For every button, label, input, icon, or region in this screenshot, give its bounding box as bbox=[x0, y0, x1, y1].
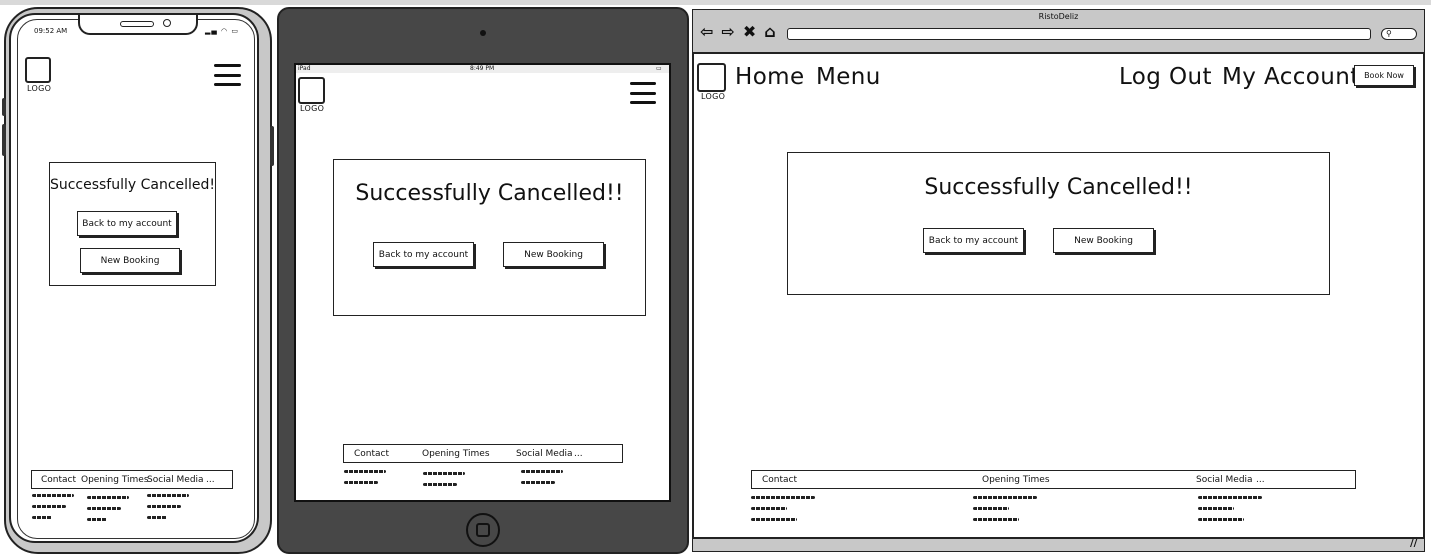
phone-power-button bbox=[270, 126, 274, 166]
browser-footer-contact[interactable]: Contact bbox=[762, 475, 797, 485]
browser-back-to-account-button[interactable]: Back to my account bbox=[923, 228, 1024, 253]
browser-footer-bar: Contact Opening Times Social Media ... bbox=[751, 470, 1356, 489]
tablet-logo-label: LOGO bbox=[300, 104, 325, 113]
browser-search-box[interactable]: ⚲ bbox=[1381, 28, 1417, 40]
tablet-status-bar: iPad 8:49 PM ▭ bbox=[296, 65, 669, 73]
phone-footer-text-block bbox=[87, 496, 129, 521]
top-strip bbox=[0, 0, 1431, 5]
tablet-logo[interactable] bbox=[298, 77, 325, 104]
phone-new-booking-button[interactable]: New Booking bbox=[80, 248, 180, 273]
browser-logo[interactable] bbox=[697, 63, 726, 92]
browser-new-booking-button[interactable]: New Booking bbox=[1053, 228, 1154, 253]
phone-signal-icon: ▂▄ ◠ ▭ bbox=[205, 27, 239, 35]
forward-arrow-icon[interactable]: ⇨ bbox=[721, 22, 738, 41]
browser-logo-label: LOGO bbox=[701, 92, 726, 101]
browser-footer-text-block bbox=[1198, 496, 1262, 521]
tablet-status-device: iPad bbox=[298, 65, 311, 72]
browser-footer-social-media[interactable]: Social Media bbox=[1196, 475, 1253, 485]
tablet-new-booking-button[interactable]: New Booking bbox=[503, 242, 604, 267]
phone-camera bbox=[163, 19, 171, 27]
phone-cancel-heading: Successfully Cancelled! bbox=[49, 177, 216, 193]
phone-footer-bar: Contact Opening Times Social Media ... bbox=[31, 470, 233, 489]
browser-cancel-panel bbox=[787, 152, 1330, 295]
nav-home-link[interactable]: Home bbox=[735, 64, 805, 90]
phone-logo[interactable] bbox=[25, 57, 51, 83]
tablet-footer-text-block bbox=[344, 470, 386, 484]
phone-speaker bbox=[120, 21, 154, 27]
nav-logout-link[interactable]: Log Out bbox=[1119, 64, 1212, 90]
phone-footer-social-media[interactable]: Social Media bbox=[147, 475, 204, 485]
nav-menu-link[interactable]: Menu bbox=[816, 64, 881, 90]
phone-footer-more: ... bbox=[206, 474, 215, 485]
back-arrow-icon[interactable]: ⇦ bbox=[700, 22, 717, 41]
phone-logo-label: LOGO bbox=[27, 84, 52, 93]
tablet-footer-social-media[interactable]: Social Media bbox=[516, 449, 573, 459]
browser-footer-text-block bbox=[751, 496, 815, 521]
home-icon[interactable]: ⌂ bbox=[764, 22, 779, 41]
browser-cancel-heading: Successfully Cancelled!! bbox=[924, 175, 1193, 200]
browser-footer-opening-times[interactable]: Opening Times bbox=[982, 475, 1050, 485]
phone-footer-text-block bbox=[147, 494, 189, 519]
search-icon: ⚲ bbox=[1386, 29, 1392, 38]
tablet-footer-more: ... bbox=[574, 448, 583, 459]
tablet-cancel-heading: Successfully Cancelled!! bbox=[355, 181, 624, 206]
browser-status-bar bbox=[693, 537, 1424, 551]
browser-url-bar[interactable] bbox=[787, 28, 1371, 40]
phone-hamburger-menu-icon[interactable] bbox=[214, 64, 241, 86]
phone-back-to-account-button[interactable]: Back to my account bbox=[77, 211, 177, 236]
phone-footer-text-block bbox=[32, 494, 74, 519]
tablet-footer-bar: Contact Opening Times Social Media ... bbox=[343, 444, 623, 463]
phone-volume-button bbox=[2, 98, 6, 116]
browser-nav-buttons: ⇦ ⇨ ✖ ⌂ bbox=[700, 22, 780, 41]
tablet-footer-opening-times[interactable]: Opening Times bbox=[422, 449, 490, 459]
tablet-footer-text-block bbox=[521, 470, 563, 484]
tablet-hamburger-menu-icon[interactable] bbox=[630, 82, 656, 104]
book-now-button[interactable]: Book Now bbox=[1354, 65, 1414, 86]
battery-icon: ▭ bbox=[656, 65, 662, 72]
close-icon[interactable]: ✖ bbox=[743, 22, 760, 41]
phone-volume-button bbox=[2, 124, 6, 156]
phone-status-time: 09:52 AM bbox=[34, 27, 68, 35]
tablet-footer-contact[interactable]: Contact bbox=[354, 449, 389, 459]
tablet-home-button-icon bbox=[476, 523, 490, 537]
tablet-back-to-account-button[interactable]: Back to my account bbox=[373, 242, 474, 267]
tablet-footer-text-block bbox=[423, 472, 465, 486]
browser-footer-text-block bbox=[973, 496, 1037, 521]
nav-my-account-link[interactable]: My Account bbox=[1222, 64, 1360, 90]
resize-grip-icon[interactable]: // bbox=[1410, 538, 1417, 549]
phone-footer-opening-times[interactable]: Opening Times bbox=[81, 475, 149, 485]
tablet-status-time: 8:49 PM bbox=[470, 65, 495, 72]
tablet-camera bbox=[480, 30, 486, 36]
phone-footer-contact[interactable]: Contact bbox=[41, 475, 76, 485]
browser-title: RistoDeliz bbox=[1038, 12, 1079, 21]
browser-footer-more: ... bbox=[1256, 474, 1265, 485]
